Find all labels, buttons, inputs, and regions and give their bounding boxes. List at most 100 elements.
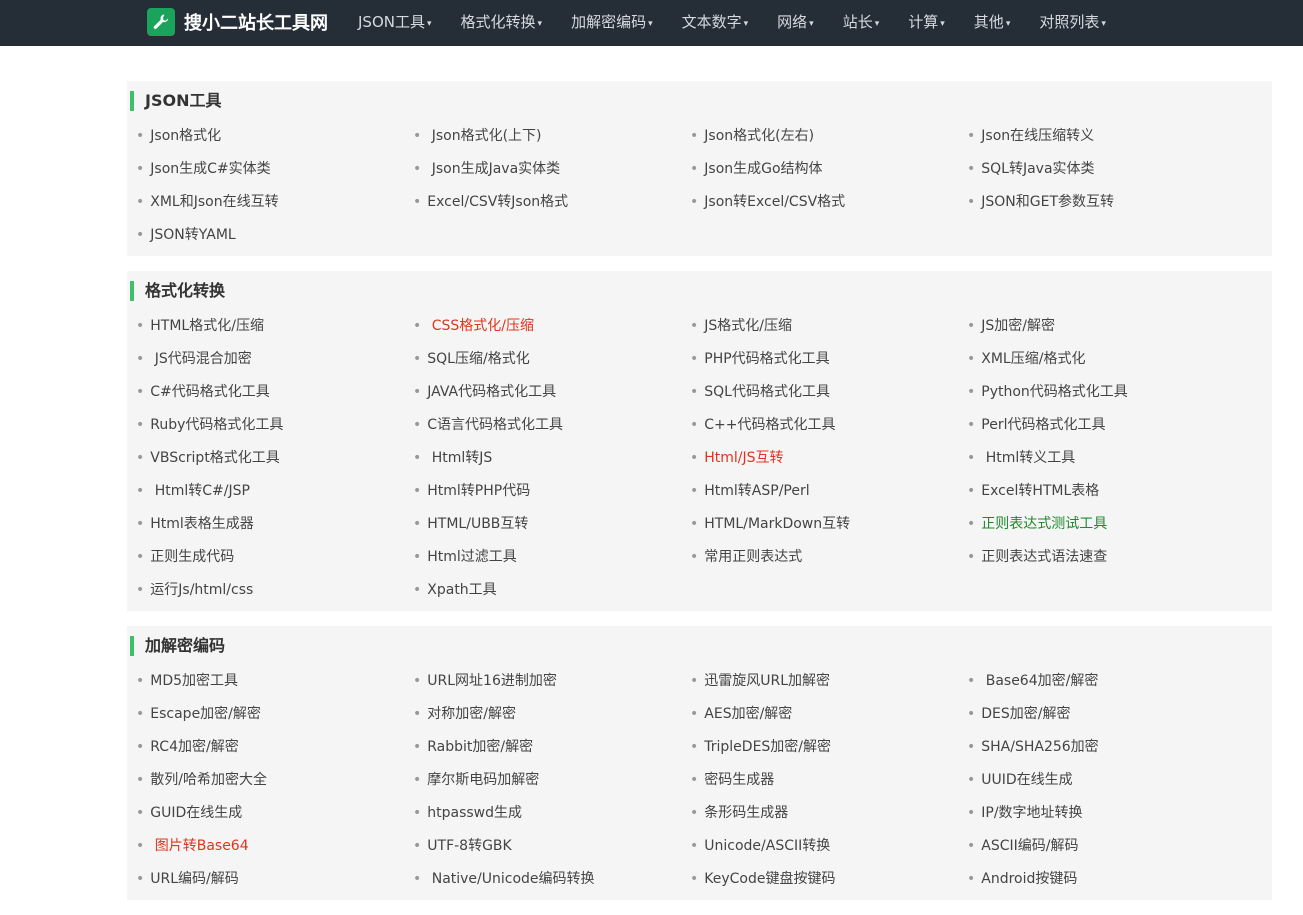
tool-link-label: URL网址16进制加密 bbox=[427, 673, 557, 689]
tool-link[interactable]: • Escape加密/解密 bbox=[136, 699, 413, 732]
tool-link[interactable]: • MD5加密工具 bbox=[136, 666, 413, 699]
tool-link-label: 正则表达式语法速查 bbox=[981, 549, 1108, 565]
tool-link[interactable]: • JS格式化/压缩 bbox=[690, 311, 967, 344]
tool-link[interactable]: • Json生成Java实体类 bbox=[413, 154, 690, 187]
nav-menu-item[interactable]: 文本数字 ▾ bbox=[667, 0, 763, 46]
tool-link[interactable]: • DES加密/解密 bbox=[967, 699, 1244, 732]
tool-link[interactable]: • UUID在线生成 bbox=[967, 765, 1244, 798]
main-nav: JSON工具 ▾ 格式化转换 ▾ 加解密编码 ▾ 文本数字 ▾ 网络 ▾ 站长 ▾ 计算 ▾ 其他 ▾ 对照列表… bbox=[358, 0, 1120, 46]
tool-link[interactable]: • C++代码格式化工具 bbox=[690, 410, 967, 443]
tool-link[interactable]: • Json格式化(上下) bbox=[413, 121, 690, 154]
tool-link[interactable]: • JS代码混合加密 bbox=[136, 344, 413, 377]
tool-link[interactable]: • 图片转Base64 bbox=[136, 831, 413, 864]
nav-menu-item[interactable]: 其他 ▾ bbox=[959, 0, 1025, 46]
tool-link-label: Escape加密/解密 bbox=[150, 706, 261, 722]
tool-link-label: JS加密/解密 bbox=[981, 318, 1055, 334]
tool-link[interactable]: • SQL转Java实体类 bbox=[967, 154, 1244, 187]
nav-menu-item[interactable]: 加解密编码 ▾ bbox=[557, 0, 668, 46]
tool-link[interactable]: • Html转C#/JSP bbox=[136, 476, 413, 509]
tool-link[interactable]: • Excel/CSV转Json格式 bbox=[413, 187, 690, 220]
tool-link[interactable]: • 迅雷旋风URL加解密 bbox=[690, 666, 967, 699]
tool-link[interactable]: • PHP代码格式化工具 bbox=[690, 344, 967, 377]
tool-link[interactable]: • ASCII编码/解码 bbox=[967, 831, 1244, 864]
tool-link[interactable]: • XML和Json在线互转 bbox=[136, 187, 413, 220]
nav-menu-item[interactable]: 站长 ▾ bbox=[828, 0, 894, 46]
tool-link[interactable]: • XML压缩/格式化 bbox=[967, 344, 1244, 377]
tool-link[interactable]: • 正则表达式测试工具 bbox=[967, 509, 1244, 542]
tool-link[interactable]: • JSON转YAML bbox=[136, 220, 413, 253]
tool-link[interactable]: • Html转ASP/Perl bbox=[690, 476, 967, 509]
tool-link-label: Rabbit加密/解密 bbox=[427, 739, 534, 755]
nav-menu-item[interactable]: 对照列表 ▾ bbox=[1025, 0, 1121, 46]
tool-link[interactable]: • Native/Unicode编码转换 bbox=[413, 864, 690, 897]
bullet-icon: • bbox=[413, 582, 422, 598]
tool-link[interactable]: • IP/数字地址转换 bbox=[967, 798, 1244, 831]
tool-link[interactable]: • TripleDES加密/解密 bbox=[690, 732, 967, 765]
tool-link[interactable]: • Html/JS互转 bbox=[690, 443, 967, 476]
tool-link[interactable]: • Html转PHP代码 bbox=[413, 476, 690, 509]
tool-link[interactable]: • C语言代码格式化工具 bbox=[413, 410, 690, 443]
tool-link[interactable]: • htpasswd生成 bbox=[413, 798, 690, 831]
nav-menu-item[interactable]: JSON工具 ▾ bbox=[358, 0, 446, 46]
tool-link[interactable]: • 条形码生成器 bbox=[690, 798, 967, 831]
tool-link[interactable]: • 散列/哈希加密大全 bbox=[136, 765, 413, 798]
tool-link[interactable]: • HTML/MarkDown互转 bbox=[690, 509, 967, 542]
tool-link[interactable]: • URL编码/解码 bbox=[136, 864, 413, 897]
tool-link[interactable]: • HTML格式化/压缩 bbox=[136, 311, 413, 344]
tool-link[interactable]: • HTML/UBB互转 bbox=[413, 509, 690, 542]
tool-link[interactable]: • Python代码格式化工具 bbox=[967, 377, 1244, 410]
tool-link[interactable]: • 密码生成器 bbox=[690, 765, 967, 798]
tool-link[interactable]: • Html过滤工具 bbox=[413, 542, 690, 575]
tool-link[interactable]: • Xpath工具 bbox=[413, 575, 690, 608]
nav-menu-item[interactable]: 计算 ▾ bbox=[894, 0, 960, 46]
tool-link[interactable]: • 正则表达式语法速查 bbox=[967, 542, 1244, 575]
tool-link[interactable]: • Json在线压缩转义 bbox=[967, 121, 1244, 154]
tool-link-label: Android按键码 bbox=[981, 871, 1078, 887]
bullet-icon: • bbox=[690, 871, 699, 887]
tool-link-label: Json生成Java实体类 bbox=[427, 161, 561, 177]
tool-link[interactable]: • AES加密/解密 bbox=[690, 699, 967, 732]
tool-link[interactable]: • JAVA代码格式化工具 bbox=[413, 377, 690, 410]
bullet-icon: • bbox=[690, 128, 699, 144]
tool-link-label: CSS格式化/压缩 bbox=[427, 318, 534, 334]
tool-link[interactable]: • 运行Js/html/css bbox=[136, 575, 413, 608]
tool-link[interactable]: • Html转义工具 bbox=[967, 443, 1244, 476]
tool-link[interactable]: • Json转Excel/CSV格式 bbox=[690, 187, 967, 220]
nav-menu-item[interactable]: 网络 ▾ bbox=[763, 0, 829, 46]
tool-link[interactable]: • Html转JS bbox=[413, 443, 690, 476]
tool-link[interactable]: • Android按键码 bbox=[967, 864, 1244, 897]
tool-link[interactable]: • CSS格式化/压缩 bbox=[413, 311, 690, 344]
tool-link[interactable]: • Html表格生成器 bbox=[136, 509, 413, 542]
tool-link[interactable]: • 摩尔斯电码加解密 bbox=[413, 765, 690, 798]
tool-link[interactable]: • GUID在线生成 bbox=[136, 798, 413, 831]
tool-link[interactable]: • Json生成Go结构体 bbox=[690, 154, 967, 187]
tool-link[interactable]: • UTF-8转GBK bbox=[413, 831, 690, 864]
tool-link[interactable]: • RC4加密/解密 bbox=[136, 732, 413, 765]
tool-link[interactable]: • Base64加密/解密 bbox=[967, 666, 1244, 699]
tool-link[interactable]: • C#代码格式化工具 bbox=[136, 377, 413, 410]
tool-link[interactable]: • URL网址16进制加密 bbox=[413, 666, 690, 699]
tool-link[interactable]: • SQL压缩/格式化 bbox=[413, 344, 690, 377]
tool-link[interactable]: • KeyCode键盘按键码 bbox=[690, 864, 967, 897]
tool-link[interactable]: • 常用正则表达式 bbox=[690, 542, 967, 575]
tool-link[interactable]: • Unicode/ASCII转换 bbox=[690, 831, 967, 864]
tool-link[interactable]: • JS加密/解密 bbox=[967, 311, 1244, 344]
tool-link[interactable]: • 正则生成代码 bbox=[136, 542, 413, 575]
tool-link[interactable]: • VBScript格式化工具 bbox=[136, 443, 413, 476]
nav-menu-item[interactable]: 格式化转换 ▾ bbox=[446, 0, 557, 46]
tool-link-label: UUID在线生成 bbox=[981, 772, 1073, 788]
tool-link[interactable]: • SHA/SHA256加密 bbox=[967, 732, 1244, 765]
tool-link[interactable]: • Excel转HTML表格 bbox=[967, 476, 1244, 509]
tool-link[interactable]: • Ruby代码格式化工具 bbox=[136, 410, 413, 443]
tool-link[interactable]: • 对称加密/解密 bbox=[413, 699, 690, 732]
tool-link[interactable]: • SQL代码格式化工具 bbox=[690, 377, 967, 410]
tool-link[interactable]: • Rabbit加密/解密 bbox=[413, 732, 690, 765]
bullet-icon: • bbox=[967, 450, 976, 466]
tool-link[interactable]: • Json格式化 bbox=[136, 121, 413, 154]
brand[interactable]: 搜小二站长工具网 bbox=[147, 7, 328, 37]
tool-link-label: 正则表达式测试工具 bbox=[981, 516, 1108, 532]
tool-link[interactable]: • JSON和GET参数互转 bbox=[967, 187, 1244, 220]
tool-link[interactable]: • Json生成C#实体类 bbox=[136, 154, 413, 187]
tool-link[interactable]: • Perl代码格式化工具 bbox=[967, 410, 1244, 443]
tool-link[interactable]: • Json格式化(左右) bbox=[690, 121, 967, 154]
